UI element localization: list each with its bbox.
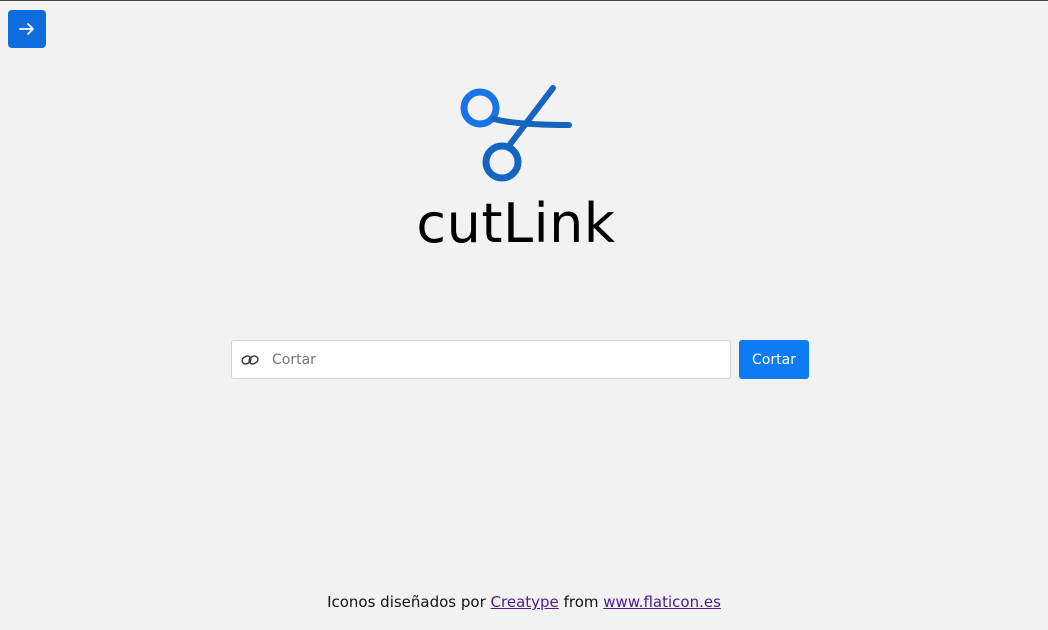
footer-middle: from	[563, 593, 599, 611]
link-icon	[232, 341, 268, 378]
nav-toggle-button[interactable]	[8, 10, 46, 48]
url-input[interactable]	[268, 342, 730, 377]
creatype-link[interactable]: Creatype	[491, 593, 559, 611]
scissors-icon	[456, 81, 576, 185]
arrow-right-icon	[19, 23, 34, 35]
url-input-group	[231, 340, 731, 379]
brand-title: cutLink	[416, 192, 616, 255]
footer-prefix: Iconos diseñados por	[327, 593, 486, 611]
footer-attribution: Iconos diseñados por Creatype from www.f…	[0, 593, 1048, 611]
cut-button[interactable]: Cortar	[739, 340, 809, 379]
flaticon-link[interactable]: www.flaticon.es	[603, 593, 721, 611]
